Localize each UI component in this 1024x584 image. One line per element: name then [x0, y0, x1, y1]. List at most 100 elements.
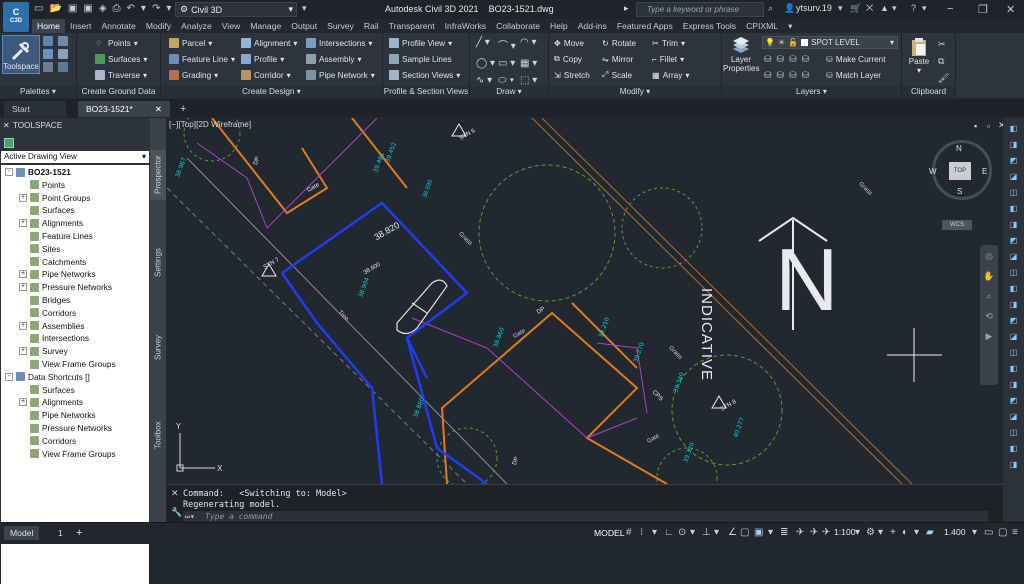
settings-icon[interactable]: [58, 36, 68, 46]
expander-icon[interactable]: -: [5, 372, 13, 381]
tree-node[interactable]: Pipe Networks: [19, 410, 96, 420]
lineweight-scale-icon[interactable]: ▰: [926, 527, 934, 538]
design-center-icon[interactable]: [58, 62, 68, 72]
tool-strip-icon[interactable]: ◩: [1010, 156, 1018, 165]
chevron-down-icon[interactable]: ▾: [652, 527, 657, 538]
showmotion-icon[interactable]: ▶: [986, 331, 993, 342]
tab-layout-1[interactable]: 1: [52, 526, 69, 540]
expander-icon[interactable]: +: [19, 193, 27, 202]
line-icon[interactable]: ╱ ▾: [476, 37, 498, 52]
expander-icon[interactable]: +: [19, 347, 27, 356]
grid-icon[interactable]: #: [626, 527, 632, 538]
lineweight-icon[interactable]: ≣: [780, 527, 788, 538]
spline-icon[interactable]: ∿ ▾: [476, 75, 498, 86]
tab-manage[interactable]: Manage: [245, 19, 286, 33]
points-button[interactable]: ⁘ Points ▾: [95, 38, 138, 48]
tree-node[interactable]: View Frame Groups: [19, 449, 116, 459]
tree-node[interactable]: Surfaces: [19, 385, 75, 395]
tab-add-ins[interactable]: Add-ins: [573, 19, 612, 33]
tree-node[interactable]: Feature Lines: [19, 231, 93, 241]
close-icon[interactable]: ✕: [171, 488, 179, 499]
tab-start[interactable]: Start: [4, 101, 66, 117]
tree-node[interactable]: Surfaces: [19, 205, 75, 215]
ellipse-icon[interactable]: ⬭ ▾: [498, 75, 520, 86]
chevron-down-icon[interactable]: ▾: [768, 527, 773, 538]
layer-unlock-icon[interactable]: ⛁: [802, 70, 810, 81]
isodraft-icon[interactable]: ⊥: [702, 527, 711, 538]
panorama-icon[interactable]: [43, 49, 53, 59]
tree-node[interactable]: + Assemblies: [19, 321, 84, 331]
tree-node[interactable]: + Pipe Networks: [19, 269, 96, 279]
expander-icon[interactable]: +: [19, 219, 27, 228]
tab-cpixml[interactable]: CPIXML: [741, 19, 783, 33]
workspace-select[interactable]: ⚙ Civil 3D ▾: [175, 2, 297, 17]
tab-survey[interactable]: Survey: [150, 328, 166, 368]
tree-node[interactable]: + Survey: [19, 346, 68, 356]
chevron-down-icon[interactable]: ▾: [855, 527, 860, 538]
mirror-button[interactable]: ⇋ Mirror: [602, 54, 633, 65]
isolate-objects-icon[interactable]: ◐: [902, 527, 908, 538]
viewcube-west[interactable]: W: [929, 167, 937, 176]
circle-icon[interactable]: ◯ ▾: [476, 58, 498, 69]
tree-node[interactable]: Catchments: [19, 257, 86, 267]
tree-node[interactable]: Sites: [19, 244, 60, 254]
tool-strip-icon[interactable]: ◨: [1010, 140, 1018, 149]
save-icon[interactable]: ▣: [68, 3, 77, 14]
tool-strip-icon[interactable]: ◧: [1010, 204, 1018, 213]
chevron-down-icon[interactable]: ▾: [972, 527, 977, 538]
assembly-button[interactable]: Assembly ▾: [306, 54, 362, 64]
exchange-icon[interactable]: ⨉: [866, 3, 873, 14]
search-icon[interactable]: ⌕: [768, 3, 773, 14]
sample-lines-button[interactable]: Sample Lines: [389, 54, 452, 64]
layer-thaw-icon[interactable]: ⛁: [789, 70, 797, 81]
tool-strip-icon[interactable]: ◧: [1010, 124, 1018, 133]
tab-infraworks[interactable]: InfraWorks: [440, 19, 491, 33]
toolspace-button[interactable]: Toolspace: [2, 35, 40, 74]
tree-node[interactable]: + Point Groups: [19, 193, 90, 203]
make-current-button[interactable]: ⛁ Make Current: [826, 54, 885, 65]
viewport-controls[interactable]: [−][Top][2D Wireframe]: [169, 120, 251, 129]
tool-strip-icon[interactable]: ◧: [1010, 444, 1018, 453]
tab-output[interactable]: Output: [286, 19, 322, 33]
auto-scale-icon[interactable]: ✈: [810, 527, 818, 538]
tree-node[interactable]: View Frame Groups: [19, 359, 116, 369]
chevron-down-icon[interactable]: ▾: [838, 3, 843, 14]
new-tab-button[interactable]: +: [172, 101, 194, 117]
object-snap-3d-icon[interactable]: ▣: [754, 527, 763, 538]
ortho-icon[interactable]: ∟: [664, 527, 674, 538]
tool-strip-icon[interactable]: ◨: [1010, 220, 1018, 229]
save-as-icon[interactable]: ▣: [83, 3, 92, 14]
chevron-down-icon[interactable]: ▾: [914, 527, 919, 538]
command-input[interactable]: ▭▾ Type a command: [183, 511, 988, 522]
viewcube-top-face[interactable]: TOP: [949, 162, 971, 180]
close-icon[interactable]: ✕: [3, 120, 10, 130]
close-icon[interactable]: ✕: [1006, 3, 1015, 16]
maximize-icon[interactable]: ❐: [978, 3, 988, 16]
tab-drawing[interactable]: BO23-1521* ✕: [78, 101, 170, 117]
toolspace-view-icon[interactable]: [4, 138, 14, 148]
layer-select[interactable]: 💡 ☀ 🔓 SPOT LEVEL ▾: [762, 36, 898, 49]
tool-strip-icon[interactable]: ◩: [1010, 316, 1018, 325]
tool-strip-icon[interactable]: ◪: [1010, 172, 1018, 181]
tool-strip-icon[interactable]: ◨: [1010, 460, 1018, 469]
web-mobile-icon[interactable]: ◈: [99, 3, 107, 14]
tree-node[interactable]: + Pressure Networks: [19, 282, 112, 292]
print-icon[interactable]: ⎙: [113, 3, 121, 14]
tab-featured-apps[interactable]: Featured Apps: [612, 19, 678, 33]
tool-strip-icon[interactable]: ◫: [1010, 348, 1018, 357]
annotation-scale-icon[interactable]: ✈: [822, 527, 830, 538]
add-layout-button[interactable]: +: [70, 526, 88, 540]
viewcube-east[interactable]: E: [982, 167, 987, 176]
tab-analyze[interactable]: Analyze: [176, 19, 217, 33]
user-icon[interactable]: 👤: [784, 3, 795, 14]
tab-annotate[interactable]: Annotate: [96, 19, 140, 33]
corridor-button[interactable]: Corridor ▾: [241, 70, 291, 80]
chevron-down-icon[interactable]: ▾: [690, 527, 695, 538]
tool-strip-icon[interactable]: ◨: [1010, 380, 1018, 389]
steering-wheel-icon[interactable]: ◎: [985, 251, 993, 262]
undo-icon[interactable]: ↶: [127, 3, 135, 14]
viewcube-south[interactable]: S: [957, 187, 962, 196]
properties-icon[interactable]: [43, 36, 53, 46]
layer-properties-button[interactable]: Layer Properties: [723, 37, 759, 73]
tab-prospector[interactable]: Prospector: [150, 150, 166, 200]
